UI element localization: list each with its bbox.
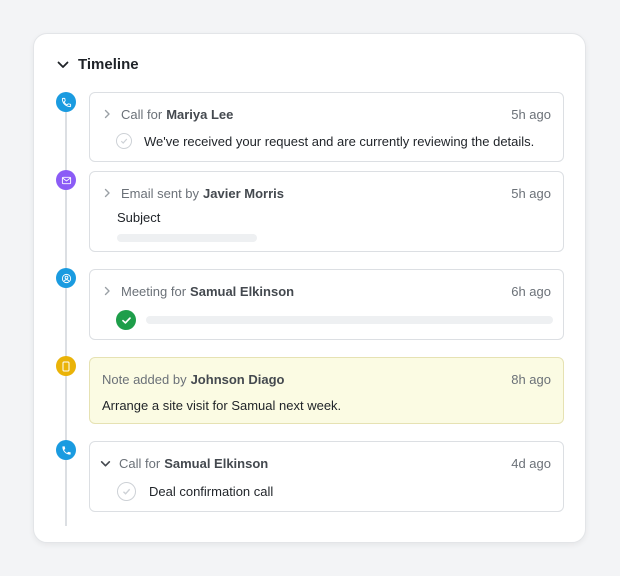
card-header: Note added by Johnson Diago 8h ago xyxy=(102,370,551,388)
card-person: Johnson Diago xyxy=(190,371,285,387)
card-person: Javier Morris xyxy=(203,185,284,201)
card-header: Call for Samual Elkinson 4d ago xyxy=(100,454,551,472)
card-time: 5h ago xyxy=(511,106,551,122)
timeline-dot-note xyxy=(56,356,76,376)
card-time: 5h ago xyxy=(511,185,551,201)
note-icon xyxy=(61,361,71,372)
card-body: Subject xyxy=(117,210,551,225)
timeline-header[interactable]: Timeline xyxy=(56,56,139,73)
chevron-right-icon[interactable] xyxy=(102,187,114,199)
card-time: 8h ago xyxy=(511,371,551,387)
timeline-dot-call xyxy=(56,92,76,112)
card-body-text: Deal confirmation call xyxy=(149,484,274,499)
timeline-dot-email xyxy=(56,170,76,190)
card-header: Call for Mariya Lee 5h ago xyxy=(102,105,551,123)
chevron-right-icon[interactable] xyxy=(102,285,114,297)
timeline-title: Timeline xyxy=(78,56,139,73)
timeline-card-call-mariya[interactable]: Call for Mariya Lee 5h ago We've receive… xyxy=(89,92,564,162)
timeline-dot-meeting xyxy=(56,268,76,288)
card-time: 4d ago xyxy=(511,455,551,471)
timeline-card-email-javier[interactable]: Email sent by Javier Morris 5h ago Subje… xyxy=(89,171,564,252)
card-body: Arrange a site visit for Samual next wee… xyxy=(102,398,551,413)
timeline-card-note-johnson[interactable]: Note added by Johnson Diago 8h ago Arran… xyxy=(89,357,564,424)
meeting-preview-placeholder xyxy=(146,316,553,324)
timeline-panel: Timeline Call for Mariya Lee 5h ago We'v… xyxy=(33,33,586,543)
card-header: Email sent by Javier Morris 5h ago xyxy=(102,184,551,202)
meeting-icon xyxy=(61,273,72,284)
card-prefix: Note added by xyxy=(102,371,187,387)
check-circle-icon[interactable] xyxy=(116,310,136,330)
chevron-down-icon[interactable] xyxy=(100,457,112,469)
timeline-card-call-samual[interactable]: Call for Samual Elkinson 4d ago Deal con… xyxy=(89,441,564,512)
card-body xyxy=(116,310,553,330)
card-person: Samual Elkinson xyxy=(190,283,295,299)
task-checkbox[interactable] xyxy=(116,133,132,149)
card-prefix: Email sent by xyxy=(121,185,200,201)
card-body: Deal confirmation call xyxy=(117,482,551,501)
card-header: Meeting for Samual Elkinson 6h ago xyxy=(102,282,551,300)
note-text: Arrange a site visit for Samual next wee… xyxy=(102,398,342,413)
email-preview-placeholder xyxy=(117,234,257,242)
timeline-dot-call xyxy=(56,440,76,460)
envelope-icon xyxy=(61,175,72,186)
card-time: 6h ago xyxy=(511,283,551,299)
card-person: Samual Elkinson xyxy=(164,455,269,471)
card-prefix: Meeting for xyxy=(121,283,187,299)
card-prefix: Call for xyxy=(119,455,161,471)
phone-icon xyxy=(61,97,72,108)
phone-icon xyxy=(61,445,72,456)
card-prefix: Call for xyxy=(121,106,163,122)
chevron-down-icon[interactable] xyxy=(56,58,70,72)
chevron-right-icon[interactable] xyxy=(102,108,114,120)
card-body-text: We've received your request and are curr… xyxy=(144,133,535,149)
card-person: Mariya Lee xyxy=(166,106,234,122)
email-subject-label: Subject xyxy=(117,210,161,225)
card-body: We've received your request and are curr… xyxy=(116,133,551,149)
task-checkbox[interactable] xyxy=(117,482,136,501)
timeline-card-meeting-samual[interactable]: Meeting for Samual Elkinson 6h ago xyxy=(89,269,564,340)
